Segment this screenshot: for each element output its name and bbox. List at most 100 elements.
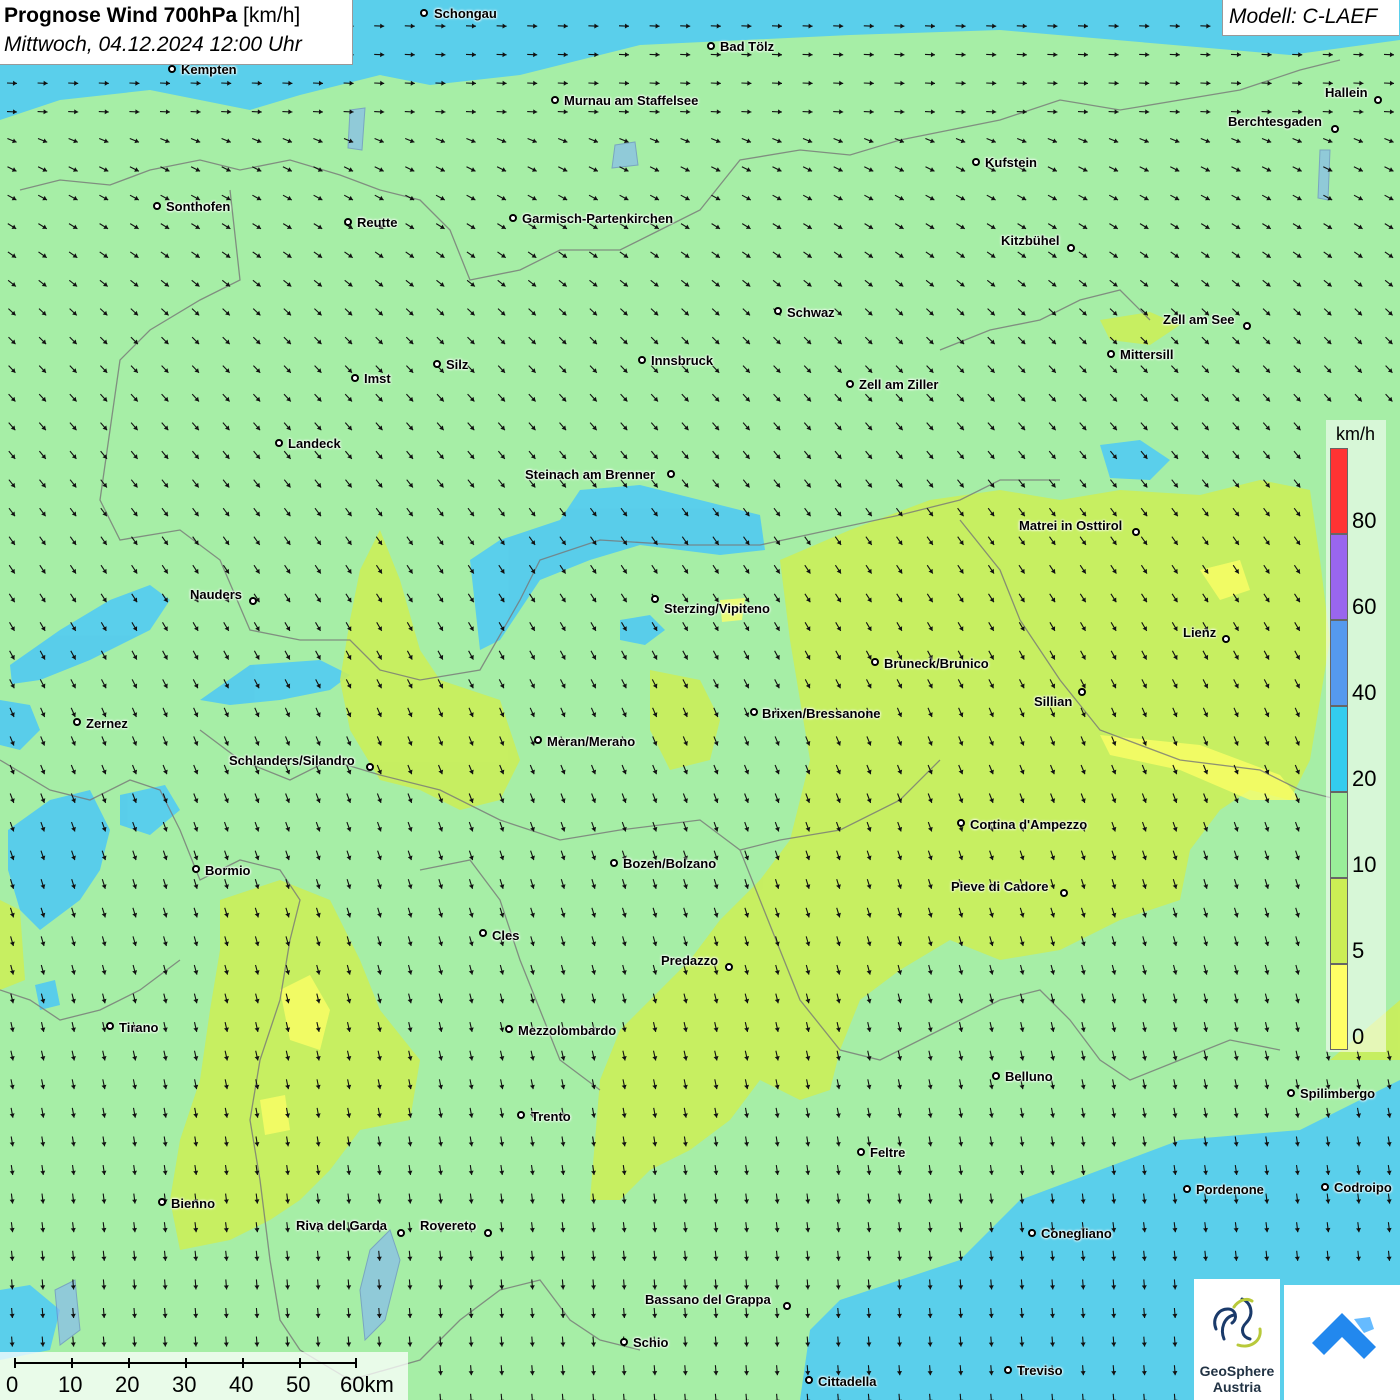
city-marker[interactable] (1004, 1366, 1012, 1374)
city-label: Treviso (1017, 1363, 1063, 1378)
scale-tick (242, 1358, 244, 1368)
city-label: Mittersill (1120, 347, 1174, 362)
city-marker[interactable] (1243, 322, 1251, 330)
city-label: Tirano (119, 1020, 159, 1035)
city-label: Bassano del Grappa (645, 1292, 771, 1307)
city-marker[interactable] (1183, 1185, 1191, 1193)
geosphere-logo[interactable]: GeoSphere Austria (1194, 1279, 1280, 1400)
city-marker[interactable] (192, 865, 200, 873)
city-marker[interactable] (351, 374, 359, 382)
city-marker[interactable] (344, 218, 352, 226)
city-marker[interactable] (153, 202, 161, 210)
city-marker[interactable] (725, 963, 733, 971)
city-marker[interactable] (168, 65, 176, 73)
map-title: Prognose Wind 700hPa [km/h] (4, 4, 301, 27)
city-marker[interactable] (366, 763, 374, 771)
city-marker[interactable] (651, 595, 659, 603)
city-marker[interactable] (707, 42, 715, 50)
city-label: Imst (364, 371, 391, 386)
city-marker[interactable] (517, 1111, 525, 1119)
city-label: Bad Tölz (720, 39, 775, 54)
city-marker[interactable] (1321, 1183, 1329, 1191)
city-label: Cles (492, 928, 520, 943)
city-label: Pordenone (1196, 1182, 1264, 1197)
city-label: Trento (531, 1109, 571, 1124)
city-marker[interactable] (846, 380, 854, 388)
scale-label: 60km (340, 1372, 394, 1397)
city-marker[interactable] (871, 658, 879, 666)
legend-tick: 5 (1352, 938, 1365, 963)
city-marker[interactable] (774, 307, 782, 315)
city-label: Rovereto (420, 1218, 477, 1233)
city-marker[interactable] (484, 1229, 492, 1237)
city-label: Berchtesgaden (1228, 114, 1322, 129)
city-label: Conegliano (1041, 1226, 1112, 1241)
city-label: Cittadella (818, 1374, 877, 1389)
city-marker[interactable] (1287, 1089, 1295, 1097)
city-label: Innsbruck (651, 353, 714, 368)
model-label: Modell: C-LAEF (1229, 5, 1378, 28)
city-label: Lienz (1183, 625, 1217, 640)
legend-band-20 (1330, 706, 1348, 792)
city-label: Steinach am Brenner (525, 467, 656, 482)
city-marker[interactable] (857, 1148, 865, 1156)
city-marker[interactable] (610, 859, 618, 867)
city-marker[interactable] (638, 356, 646, 364)
city-marker[interactable] (433, 360, 441, 368)
scale-bar: 0 10 20 30 40 50 60km (0, 1352, 408, 1400)
city-marker[interactable] (397, 1229, 405, 1237)
model-box: Modell: C-LAEF (1222, 0, 1399, 36)
scale-tick (128, 1358, 130, 1368)
city-marker[interactable] (992, 1072, 1000, 1080)
city-marker[interactable] (667, 470, 675, 478)
city-marker[interactable] (1107, 350, 1115, 358)
city-marker[interactable] (509, 214, 517, 222)
city-marker[interactable] (1078, 688, 1086, 696)
geosphere-logo-text: GeoSphere Austria (1199, 1363, 1275, 1395)
city-marker[interactable] (1132, 528, 1140, 536)
city-marker[interactable] (1060, 889, 1068, 897)
city-marker[interactable] (805, 1376, 813, 1384)
city-label: Codroipo (1334, 1180, 1392, 1195)
city-marker[interactable] (534, 736, 542, 744)
scale-label: 10 (58, 1372, 83, 1397)
city-marker[interactable] (1331, 125, 1339, 133)
city-marker[interactable] (106, 1022, 114, 1030)
scale-tick (14, 1358, 16, 1368)
city-label: Bormio (205, 863, 251, 878)
city-label: Kitzbühel (1001, 233, 1060, 248)
city-label: Bruneck/Brunico (884, 656, 989, 671)
city-marker[interactable] (73, 718, 81, 726)
city-marker[interactable] (783, 1302, 791, 1310)
wind-app-logo[interactable] (1284, 1285, 1400, 1400)
city-marker[interactable] (1028, 1229, 1036, 1237)
city-marker[interactable] (420, 9, 428, 17)
wind-app-icon (1312, 1313, 1376, 1359)
legend-band-5 (1330, 878, 1348, 964)
city-marker[interactable] (957, 819, 965, 827)
city-label: Nauders (190, 587, 243, 602)
title-unit: [km/h] (243, 4, 301, 27)
city-marker[interactable] (249, 597, 257, 605)
city-marker[interactable] (505, 1025, 513, 1033)
city-label: Matrei in Osttirol (1019, 518, 1123, 533)
city-marker[interactable] (1067, 244, 1075, 252)
city-marker[interactable] (275, 439, 283, 447)
city-marker[interactable] (750, 708, 758, 716)
legend-tick: 0 (1352, 1024, 1365, 1049)
city-label: Feltre (870, 1145, 906, 1160)
scale-label: 40 (229, 1372, 254, 1397)
city-marker[interactable] (479, 929, 487, 937)
city-marker[interactable] (620, 1338, 628, 1346)
city-marker[interactable] (1222, 635, 1230, 643)
legend-tick: 40 (1352, 680, 1377, 705)
city-marker[interactable] (972, 158, 980, 166)
scale-label: 0 (6, 1372, 19, 1397)
city-marker[interactable] (551, 96, 559, 104)
scale-label: 20 (115, 1372, 140, 1397)
legend-tick: 20 (1352, 766, 1377, 791)
scale-tick (71, 1358, 73, 1368)
city-marker[interactable] (1374, 96, 1382, 104)
city-label: Mezzolombardo (518, 1023, 617, 1038)
city-marker[interactable] (158, 1198, 166, 1206)
